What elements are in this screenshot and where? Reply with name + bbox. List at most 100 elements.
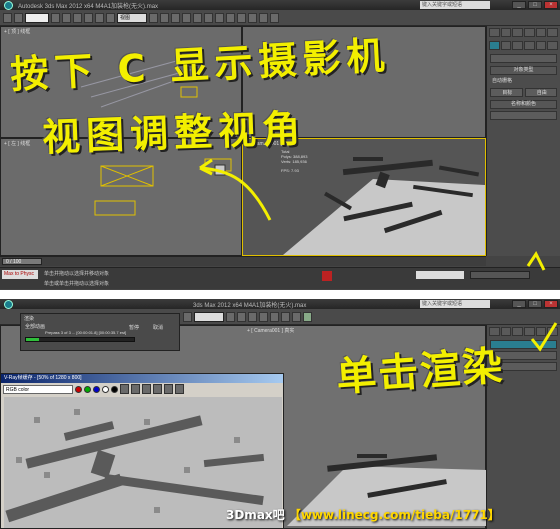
clear-image-icon[interactable]	[142, 384, 151, 394]
material-editor-icon[interactable]	[270, 311, 279, 322]
layer-icon[interactable]	[259, 311, 268, 322]
rotate-icon[interactable]	[95, 12, 104, 23]
motion-tab[interactable]	[524, 28, 535, 37]
playback-controls[interactable]	[470, 271, 530, 279]
align-icon[interactable]	[193, 12, 202, 23]
helpers-tab[interactable]	[535, 41, 547, 50]
modify-tab[interactable]	[500, 28, 512, 37]
select-icon[interactable]	[51, 12, 60, 23]
pause-button[interactable]: 暂停	[129, 324, 139, 331]
selection-filter-dropdown[interactable]	[25, 12, 49, 23]
select-name-icon[interactable]	[62, 12, 71, 23]
move-icon[interactable]	[84, 12, 93, 23]
material-editor-icon[interactable]	[237, 12, 246, 23]
redo-icon[interactable]	[14, 12, 23, 23]
spacewarps-tab[interactable]	[547, 41, 559, 50]
name-field[interactable]	[490, 111, 557, 120]
mono-icon[interactable]	[111, 385, 118, 393]
lock-icon[interactable]	[322, 271, 332, 281]
schematic-icon[interactable]	[226, 12, 235, 23]
handwritten-note-line2: 视图调整视角	[41, 106, 307, 160]
angle-snap-icon[interactable]	[171, 12, 180, 23]
snap-icon[interactable]	[160, 12, 169, 23]
status-bar: Max to Physc 单击并拖动以选择并移动对象 单击或单击并拖动以选择对象	[0, 267, 560, 289]
watermark: 3Dmax吧 【www.linecg.com/tieba/1771】	[226, 506, 500, 523]
cancel-button[interactable]: 取消	[153, 324, 163, 331]
channel-dropdown[interactable]: RGB color	[3, 384, 73, 394]
max-to-physc-button[interactable]: Max to Physc	[2, 270, 38, 279]
curve-editor-icon[interactable]	[215, 12, 224, 23]
load-image-icon[interactable]	[131, 384, 140, 394]
maximize-button[interactable]: □	[528, 300, 542, 308]
screenshot-top: Autodesk 3ds Max 2012 x64 M4A1加装枪(无火).ma…	[0, 0, 560, 290]
category-dropdown[interactable]	[490, 54, 557, 63]
modify-tab[interactable]	[500, 327, 512, 336]
name-color-rollout[interactable]: 名称和颜色	[490, 100, 557, 109]
render-frame-icon[interactable]	[259, 12, 268, 23]
main-toolbar: 视图	[0, 10, 560, 26]
track-mouse-icon[interactable]	[164, 384, 173, 394]
viewport-label[interactable]: + [ Camera001 ] 真实	[247, 327, 294, 334]
green-channel-icon[interactable]	[84, 385, 91, 393]
render-setup-icon[interactable]	[248, 12, 257, 23]
shapes-tab[interactable]	[500, 41, 512, 50]
save-image-icon[interactable]	[120, 384, 129, 394]
reference-coord-dropdown[interactable]: 视图	[117, 12, 147, 23]
hierarchy-tab[interactable]	[512, 327, 524, 336]
utilities-tab[interactable]	[547, 327, 559, 336]
key-filter-dropdown[interactable]	[416, 271, 464, 279]
alpha-channel-icon[interactable]	[102, 385, 109, 393]
title-bar: 3ds Max 2012 x64 M4A1加装枪(无火).max 键入关键字或短…	[0, 299, 560, 309]
layer-icon[interactable]	[204, 12, 213, 23]
display-tab[interactable]	[535, 327, 547, 336]
render-icon[interactable]	[270, 12, 279, 23]
object-type-rollout[interactable]: 对象类型	[490, 66, 557, 75]
blue-channel-icon[interactable]	[93, 385, 100, 393]
minimize-button[interactable]: _	[512, 1, 526, 9]
app-icon[interactable]	[4, 0, 13, 10]
mirror-icon[interactable]	[237, 311, 246, 322]
search-input[interactable]: 键入关键字或短语	[420, 300, 490, 308]
mirror-icon[interactable]	[182, 12, 191, 23]
free-camera-button[interactable]: 自由	[524, 88, 557, 97]
maximize-button[interactable]: □	[528, 1, 542, 9]
render-dialog-row-2: Prepass 3 of 3 ... [00:00:01.8] [00:00:3…	[45, 330, 127, 335]
geometry-tab[interactable]	[489, 41, 500, 50]
render-frame-icon[interactable]	[292, 311, 301, 322]
lights-tab[interactable]	[512, 41, 524, 50]
utilities-tab[interactable]	[547, 28, 559, 37]
status-line-1: 单击并拖动以选择并移动对象	[44, 271, 110, 277]
copy-to-max-vfb-icon[interactable]	[153, 384, 162, 394]
frame-counter[interactable]: 0 / 100	[2, 258, 42, 265]
autogrid-checkbox[interactable]: 自动栅格	[490, 77, 557, 86]
rect-select-icon[interactable]	[73, 12, 82, 23]
render-icon[interactable]	[303, 311, 312, 322]
window-title: 3ds Max 2012 x64 M4A1加装枪(无火).max	[193, 302, 307, 309]
cameras-tab[interactable]	[524, 41, 535, 50]
scale-icon[interactable]	[183, 311, 192, 322]
align-icon[interactable]	[248, 311, 257, 322]
stop-render-icon[interactable]	[175, 384, 184, 394]
separator	[0, 290, 560, 299]
undo-icon[interactable]	[3, 12, 12, 23]
red-channel-icon[interactable]	[75, 385, 82, 393]
command-panel-tabs	[487, 26, 560, 39]
snap-icon[interactable]	[226, 311, 235, 322]
time-slider[interactable]: 0 / 100	[0, 256, 486, 266]
close-button[interactable]: ×	[544, 1, 558, 9]
search-input[interactable]: 键入关键字或短语	[420, 1, 490, 9]
window-title: Autodesk 3ds Max 2012 x64 M4A1加装枪(无火).ma…	[18, 3, 159, 10]
scale-icon[interactable]	[106, 12, 115, 23]
target-camera-button[interactable]: 目标	[490, 88, 523, 97]
motion-tab[interactable]	[524, 327, 535, 336]
render-setup-icon[interactable]	[281, 311, 290, 322]
app-icon[interactable]	[4, 299, 13, 309]
create-tab[interactable]	[489, 28, 500, 37]
close-button[interactable]: ×	[544, 300, 558, 308]
viewport-camera[interactable]: + [ Camera001 ] 真实 Total Polys: 388,893 …	[242, 138, 486, 256]
minimize-button[interactable]: _	[512, 300, 526, 308]
pivot-icon[interactable]	[149, 12, 158, 23]
hierarchy-tab[interactable]	[512, 28, 524, 37]
display-tab[interactable]	[535, 28, 547, 37]
reference-coord-dropdown[interactable]	[194, 311, 224, 322]
